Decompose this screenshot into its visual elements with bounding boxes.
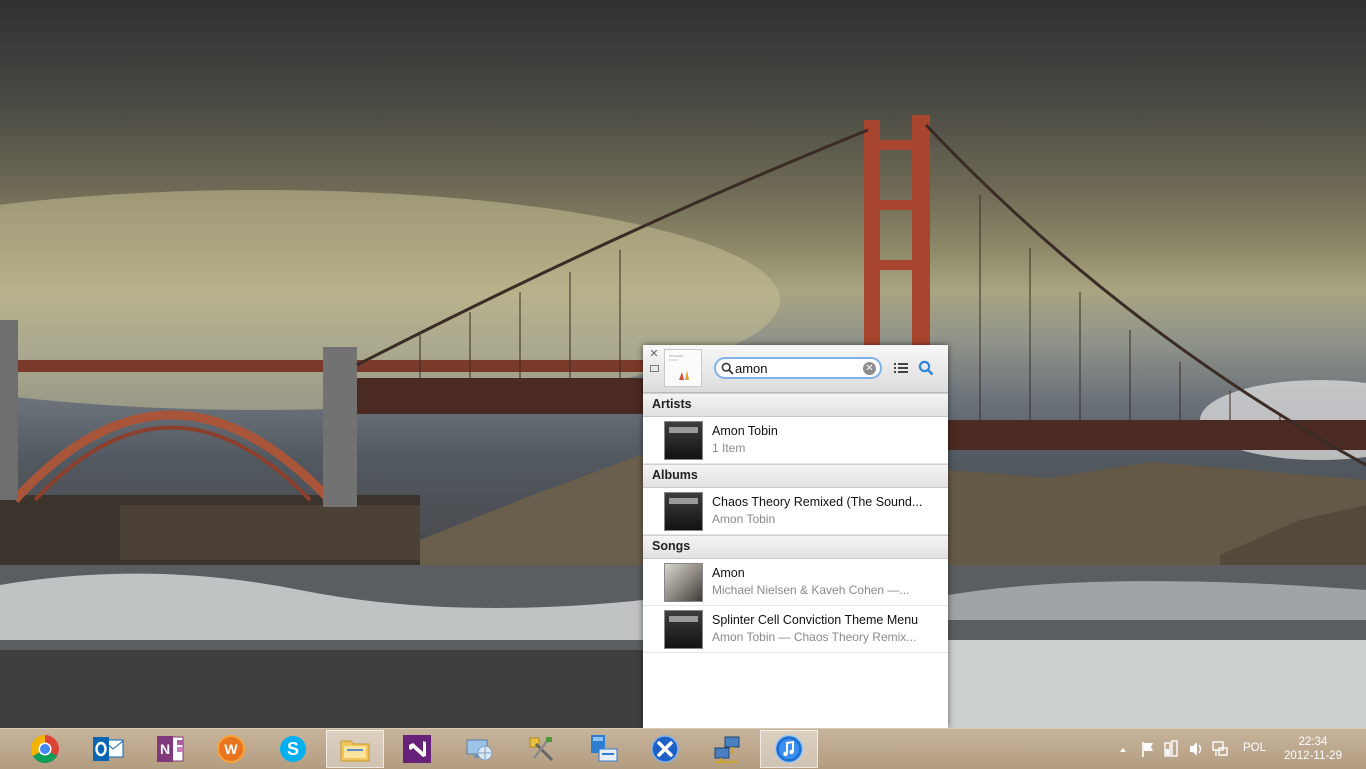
- taskbar-app-chrome[interactable]: [16, 730, 74, 768]
- close-button[interactable]: ✕: [649, 349, 659, 360]
- search-field[interactable]: ✕: [714, 357, 882, 379]
- network-share-icon: [591, 735, 618, 762]
- skype-icon: S: [280, 736, 306, 762]
- mini-player-header: ✕ ✕: [643, 345, 948, 393]
- file-explorer-icon: [340, 740, 370, 762]
- xmarks-icon: [651, 735, 679, 763]
- taskbar-app-visual-studio[interactable]: [388, 730, 446, 768]
- svg-text:N: N: [160, 741, 170, 757]
- up-next-list-icon[interactable]: [894, 362, 908, 374]
- search-icon: [721, 362, 734, 375]
- result-row-artist[interactable]: Amon Tobin 1 Item: [643, 417, 948, 464]
- result-subtitle: Amon Tobin — Chaos Theory Remix...: [712, 630, 917, 644]
- result-row-song[interactable]: Amon Michael Nielsen & Kaveh Cohen —...: [643, 559, 948, 606]
- input-language-indicator[interactable]: POL: [1243, 742, 1266, 754]
- search-input[interactable]: [735, 360, 861, 377]
- section-header-songs: Songs: [643, 535, 948, 559]
- result-subtitle: Amon Tobin: [712, 512, 776, 526]
- clock-time: 22:34: [1298, 736, 1328, 748]
- wps-office-icon: W: [217, 735, 245, 763]
- result-row-album[interactable]: Chaos Theory Remixed (The Sound... Amon …: [643, 488, 948, 535]
- power-icon[interactable]: [1163, 729, 1179, 769]
- itunes-mini-player: ✕ ✕ Art: [643, 345, 948, 728]
- taskbar-app-network-share[interactable]: [574, 730, 632, 768]
- taskbar-app-outlook[interactable]: [79, 730, 137, 768]
- song-artwork: [664, 563, 703, 602]
- tools-icon: [529, 737, 554, 762]
- taskbar: N W S POL 22:34 2012-11-29: [0, 728, 1366, 769]
- taskbar-app-remote-desktop[interactable]: [450, 730, 508, 768]
- result-subtitle: Michael Nielsen & Kaveh Cohen —...: [712, 583, 910, 597]
- volume-icon[interactable]: [1188, 729, 1204, 769]
- clear-search-icon[interactable]: ✕: [863, 362, 876, 375]
- result-subtitle: 1 Item: [712, 441, 746, 455]
- outlook-icon: [93, 737, 124, 761]
- result-title: Amon: [712, 566, 745, 580]
- network-connect-icon: [714, 736, 740, 763]
- result-row-song[interactable]: Splinter Cell Conviction Theme Menu Amon…: [643, 606, 948, 653]
- song-artwork: [664, 610, 703, 649]
- itunes-icon: [774, 734, 804, 764]
- network-icon[interactable]: [1211, 729, 1229, 769]
- svg-text:W: W: [224, 741, 238, 757]
- artist-artwork: [664, 421, 703, 460]
- result-title: Amon Tobin: [712, 424, 778, 438]
- taskbar-app-wps[interactable]: W: [202, 730, 260, 768]
- taskbar-app-onenote[interactable]: N: [141, 730, 199, 768]
- result-title: Chaos Theory Remixed (The Sound...: [712, 495, 922, 509]
- taskbar-app-network-connect[interactable]: [698, 730, 756, 768]
- clock-date: 2012-11-29: [1284, 750, 1342, 762]
- onenote-icon: N: [157, 736, 184, 762]
- switch-to-full-player-button[interactable]: [649, 364, 659, 374]
- search-toggle-icon[interactable]: [918, 360, 934, 376]
- now-playing-artwork[interactable]: [664, 349, 702, 387]
- taskbar-app-tools[interactable]: [512, 730, 570, 768]
- remote-desktop-icon: [466, 739, 493, 761]
- svg-text:S: S: [287, 739, 299, 759]
- chrome-icon: [31, 735, 59, 763]
- section-header-albums: Albums: [643, 464, 948, 488]
- album-artwork: [664, 492, 703, 531]
- system-clock[interactable]: 22:34 2012-11-29: [1275, 735, 1351, 763]
- action-center-flag-icon[interactable]: [1140, 729, 1156, 769]
- taskbar-app-itunes[interactable]: [760, 730, 818, 768]
- album-art-icon: [665, 350, 701, 386]
- show-hidden-icons-icon[interactable]: [1117, 729, 1129, 769]
- section-header-artists: Artists: [643, 393, 948, 417]
- taskbar-app-xmarks[interactable]: [636, 730, 694, 768]
- taskbar-app-skype[interactable]: S: [264, 730, 322, 768]
- taskbar-app-file-explorer[interactable]: [326, 730, 384, 768]
- result-title: Splinter Cell Conviction Theme Menu: [712, 613, 919, 627]
- visual-studio-icon: [403, 735, 431, 763]
